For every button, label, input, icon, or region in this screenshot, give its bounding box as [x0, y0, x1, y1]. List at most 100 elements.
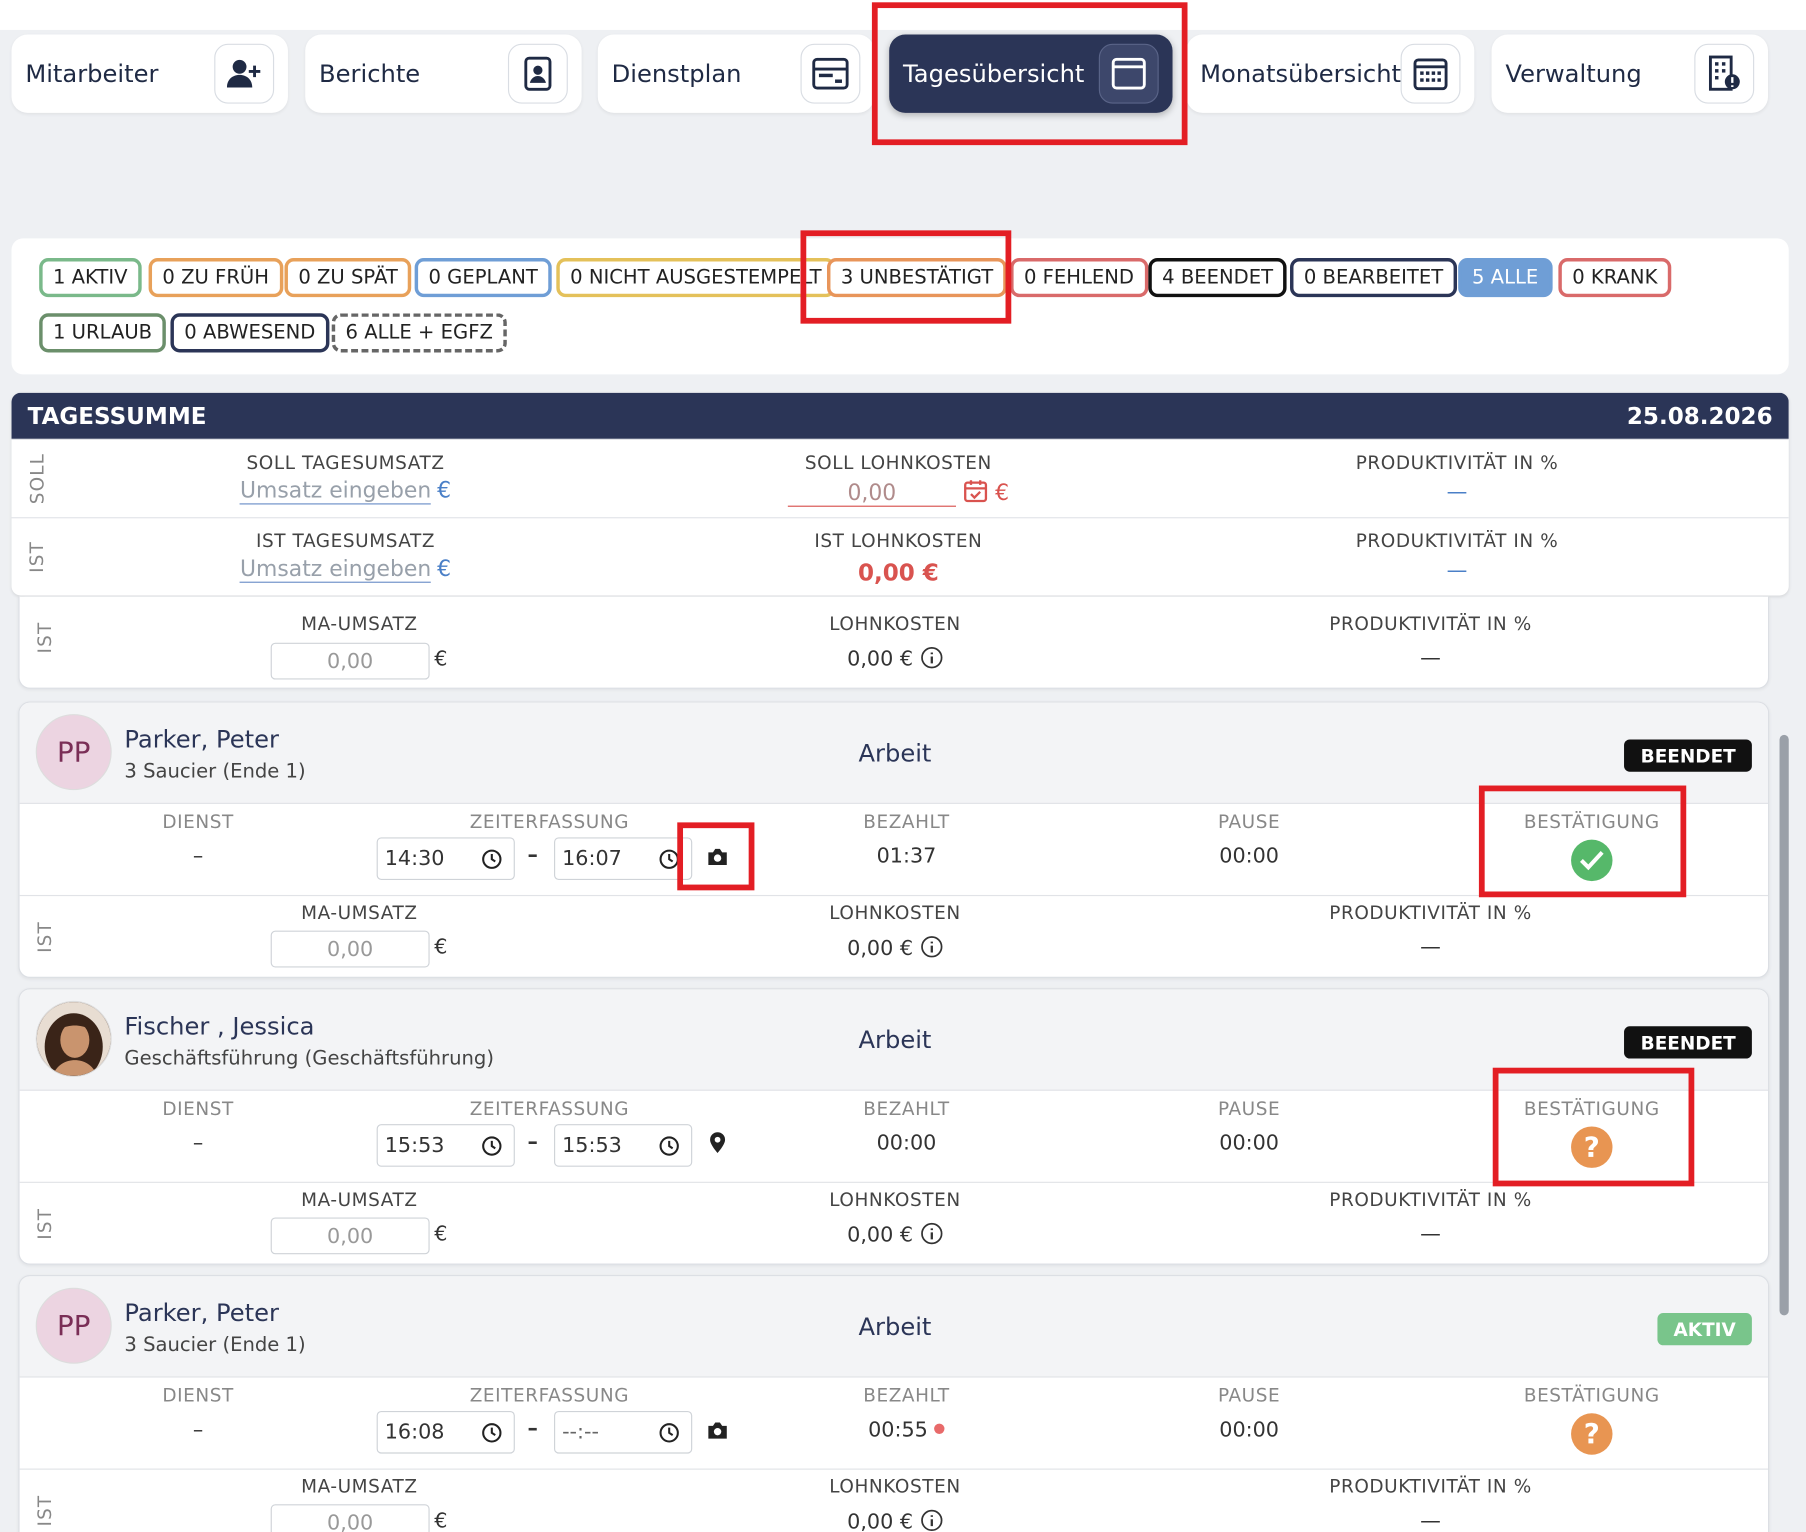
lohnkosten-value: 0,00 €: [847, 647, 914, 672]
question-icon[interactable]: ?: [1571, 1413, 1613, 1455]
ma-umsatz-label: MA-UMSATZ: [301, 1188, 418, 1211]
lohnkosten-label: LOHNKOSTEN: [829, 612, 961, 635]
employee-header: PP Parker, Peter 3 Saucier (Ende 1) Arbe…: [19, 702, 1769, 804]
question-icon[interactable]: ?: [1571, 1126, 1613, 1168]
filter-unbestaetigt[interactable]: 3 UNBESTÄTIGT: [826, 258, 1008, 298]
start-time-input[interactable]: 14:30: [376, 837, 515, 880]
range-separator: –: [527, 1416, 538, 1441]
calendar-check-icon[interactable]: [963, 478, 988, 508]
start-time-input[interactable]: 16:08: [376, 1410, 515, 1454]
tab-tagesuebersicht[interactable]: Tagesübersicht: [889, 34, 1173, 113]
ist-label: IST: [33, 621, 56, 653]
ma-umsatz-input[interactable]: 0,00: [270, 642, 430, 680]
end-time-input[interactable]: 16:07: [554, 837, 693, 880]
prod-value: —: [1420, 935, 1441, 960]
ist-prod-label: PRODUKTIVITÄT IN %: [1355, 529, 1559, 552]
ist-block: IST MA-UMSATZ 0,00 € LOHNKOSTEN 0,00 € P…: [18, 596, 1770, 689]
bezahlt-cell: BEZAHLT 00:55: [826, 1384, 987, 1442]
employee-card: Fischer , Jessica Geschäftsführung (Gesc…: [18, 988, 1770, 1265]
employee-card: PP Parker, Peter 3 Saucier (Ende 1) Arbe…: [18, 701, 1770, 978]
employee-name[interactable]: Parker, Peter: [124, 1299, 279, 1327]
end-time-input[interactable]: 15:53: [554, 1124, 693, 1167]
ma-umsatz-input[interactable]: 0,00: [270, 930, 430, 968]
building-icon: [1694, 43, 1755, 104]
employee-name[interactable]: Fischer , Jessica: [124, 1012, 314, 1040]
info-icon[interactable]: [920, 936, 943, 960]
filter-alle-egfz[interactable]: 6 ALLE + EGFZ: [331, 313, 507, 353]
info-icon[interactable]: [920, 1222, 943, 1247]
currency: €: [434, 647, 448, 672]
employee-name[interactable]: Parker, Peter: [124, 726, 279, 754]
lohnkosten-label: LOHNKOSTEN: [829, 1188, 961, 1211]
filter-abwesend[interactable]: 0 ABWESEND: [170, 313, 330, 353]
filter-zu-spaet[interactable]: 0 ZU SPÄT: [284, 258, 412, 298]
dienst-cell: DIENST –: [123, 1098, 273, 1156]
tab-dienstplan[interactable]: Dienstplan: [597, 34, 875, 113]
camera-icon[interactable]: [706, 1421, 729, 1444]
clock-icon: [481, 1422, 502, 1448]
check-icon[interactable]: [1571, 839, 1613, 882]
filter-beendet[interactable]: 4 BEENDET: [1148, 258, 1287, 298]
filter-zu-frueh[interactable]: 0 ZU FRÜH: [148, 258, 283, 298]
soll-umsatz-input[interactable]: Umsatz eingeben: [240, 477, 432, 505]
tab-label: Mitarbeiter: [25, 59, 159, 88]
ist-label: IST: [33, 920, 56, 953]
start-time-input[interactable]: 15:53: [376, 1124, 515, 1167]
info-icon[interactable]: [920, 1509, 943, 1532]
end-time-input[interactable]: --:--: [554, 1410, 693, 1454]
ist-umsatz-label: IST TAGESUMSATZ: [255, 529, 436, 552]
pause-cell: PAUSE 00:00: [1171, 811, 1326, 869]
location-pin-icon[interactable]: [708, 1131, 726, 1159]
lohnkosten-label: LOHNKOSTEN: [829, 901, 961, 924]
filter-fehlend[interactable]: 0 FEHLEND: [1010, 258, 1148, 298]
tab-mitarbeiter[interactable]: Mitarbeiter: [11, 34, 288, 113]
ist-label: IST: [25, 540, 48, 573]
ma-umsatz-cell: MA-UMSATZ: [238, 1475, 480, 1497]
bezahlt-cell: BEZAHLT 01:37: [826, 811, 987, 869]
zeiterfassung-label: ZEITERFASSUNG: [469, 810, 630, 833]
currency: €: [434, 935, 448, 960]
avatar[interactable]: PP: [35, 1287, 112, 1364]
avatar[interactable]: [35, 1000, 112, 1077]
dienst-value: –: [192, 844, 204, 869]
filter-krank[interactable]: 0 KRANK: [1558, 258, 1672, 298]
lohnkosten-value: 0,00 €: [847, 1223, 914, 1248]
bestaetigung-cell: BESTÄTIGUNG ?: [1505, 1098, 1678, 1168]
filter-urlaub[interactable]: 1 URLAUB: [39, 313, 166, 353]
filter-geplant[interactable]: 0 GEPLANT: [414, 258, 552, 298]
bezahlt-label: BEZAHLT: [863, 1384, 950, 1407]
ist-umsatz-input[interactable]: Umsatz eingeben: [240, 556, 432, 583]
lohnkosten-label: LOHNKOSTEN: [829, 1475, 961, 1498]
scrollbar[interactable]: [1779, 734, 1789, 1316]
ma-umsatz-input[interactable]: 0,00: [270, 1504, 430, 1532]
soll-row: SOLL SOLL TAGESUMSATZ Umsatz eingeben € …: [11, 438, 1789, 517]
report-icon: [507, 43, 568, 104]
bestaetigung-label: BESTÄTIGUNG: [1523, 1097, 1660, 1120]
pause-value: 00:00: [1219, 1131, 1280, 1156]
prod-value: —: [1420, 1222, 1441, 1247]
start-time: 14:30: [384, 846, 445, 871]
clock-icon: [659, 1136, 680, 1162]
tab-berichte[interactable]: Berichte: [305, 34, 582, 113]
dienst-value: –: [192, 1131, 204, 1156]
tab-verwaltung[interactable]: Verwaltung: [1491, 34, 1769, 113]
ma-umsatz-input[interactable]: 0,00: [270, 1217, 430, 1255]
dienst-value: –: [192, 1417, 204, 1443]
soll-lohn-input[interactable]: 0,00: [787, 480, 956, 507]
bezahlt-value: 01:37: [876, 844, 937, 869]
ma-umsatz-cell: MA-UMSATZ: [238, 613, 480, 635]
soll-lohn-cell: SOLL LOHNKOSTEN 0,00 €: [749, 452, 1048, 508]
avatar[interactable]: PP: [35, 714, 112, 791]
camera-icon[interactable]: [706, 848, 729, 871]
currency: €: [437, 556, 452, 582]
pause-value: 00:00: [1219, 844, 1280, 869]
info-icon[interactable]: [920, 647, 943, 671]
filter-nicht-ausgestempelt[interactable]: 0 NICHT AUSGESTEMPELT: [556, 258, 836, 298]
filter-aktiv[interactable]: 1 AKTIV: [39, 258, 142, 298]
bezahlt-value: 00:00: [876, 1131, 937, 1156]
tab-monatsuebersicht[interactable]: Monatsübersicht: [1186, 34, 1475, 113]
bestaetigung-label: BESTÄTIGUNG: [1523, 1384, 1660, 1407]
prod-value: —: [1420, 1508, 1441, 1532]
filter-bearbeitet[interactable]: 0 BEARBEITET: [1290, 258, 1458, 298]
filter-alle[interactable]: 5 ALLE: [1458, 258, 1553, 298]
